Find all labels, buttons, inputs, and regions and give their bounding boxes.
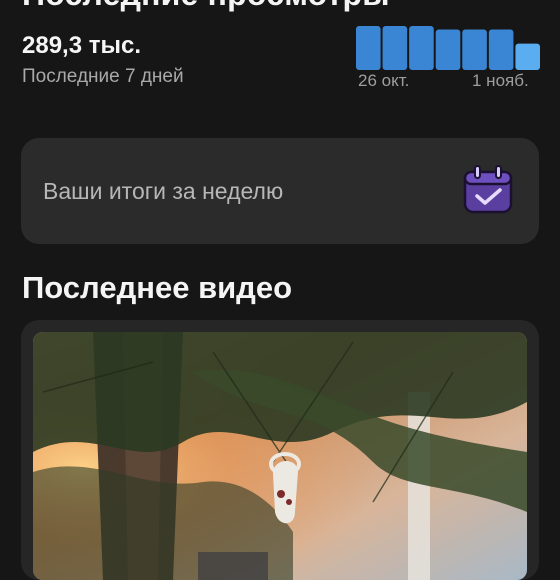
views-bar xyxy=(488,29,514,70)
chart-tick-start: 26 окт. xyxy=(358,71,410,90)
views-bar xyxy=(515,43,540,70)
video-thumbnail[interactable] xyxy=(33,332,527,580)
views-bar xyxy=(382,26,408,70)
weekly-summary-label: Ваши итоги за неделю xyxy=(43,178,284,204)
views-bar xyxy=(356,26,381,70)
views-period: Последние 7 дней xyxy=(22,66,184,87)
views-count: 289,3 тыс. xyxy=(22,32,141,59)
weekly-summary-card[interactable]: Ваши итоги за неделю xyxy=(21,138,539,244)
views-bar xyxy=(435,29,461,70)
latest-video-card[interactable] xyxy=(21,320,539,580)
chart-tick-end: 1 нояб. xyxy=(472,71,529,90)
views-bar xyxy=(409,26,434,70)
latest-video-title: Последнее видео xyxy=(22,270,293,305)
views-mini-chart[interactable] xyxy=(356,20,540,70)
views-bar xyxy=(462,29,487,70)
calendar-check-icon xyxy=(463,165,513,214)
section-title-recent-views: Последние просмотры xyxy=(22,0,390,13)
